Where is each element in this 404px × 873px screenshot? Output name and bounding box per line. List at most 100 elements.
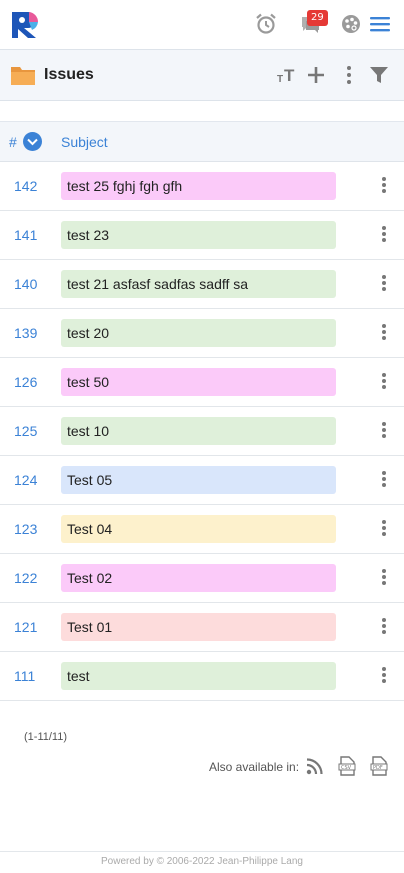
dot (382, 673, 386, 677)
issue-subject-link[interactable]: test 23 (61, 221, 336, 249)
issue-subject-link[interactable]: test 10 (61, 417, 336, 445)
issue-subject-link[interactable]: test 20 (61, 319, 336, 347)
issue-id-link[interactable]: 139 (14, 325, 37, 341)
table-row[interactable]: 140 test 21 asfasf sadfas sadff sa (0, 260, 404, 309)
dot (382, 575, 386, 579)
issue-id-link[interactable]: 126 (14, 374, 37, 390)
issue-id-link[interactable]: 123 (14, 521, 37, 537)
dot (382, 324, 386, 328)
issue-subject-link[interactable]: Test 04 (61, 515, 336, 543)
issue-id-link[interactable]: 140 (14, 276, 37, 292)
also-available-label: Also available in: (209, 760, 300, 774)
page-title: Issues (44, 66, 94, 83)
table-row[interactable]: 142 test 25 fghj fgh gfh (0, 162, 404, 211)
row-menu-icon[interactable] (378, 225, 390, 245)
dot (382, 624, 386, 628)
table-row[interactable]: 121 Test 01 (0, 603, 404, 652)
issue-subject-link[interactable]: test 25 fghj fgh gfh (61, 172, 336, 200)
svg-text:T: T (277, 74, 283, 85)
dot (382, 385, 386, 389)
dot (382, 177, 386, 181)
row-menu-icon[interactable] (378, 176, 390, 196)
table-row[interactable]: 141 test 23 (0, 211, 404, 260)
issue-subject-link[interactable]: test 50 (61, 368, 336, 396)
table-row[interactable]: 122 Test 02 (0, 554, 404, 603)
table-row[interactable]: 124 Test 05 (0, 456, 404, 505)
table-header: # Subject (0, 121, 404, 162)
row-menu-icon[interactable] (378, 372, 390, 392)
row-menu-icon[interactable] (378, 274, 390, 294)
issue-subject-link[interactable]: Test 05 (61, 466, 336, 494)
redmine-logo[interactable] (10, 10, 40, 40)
add-icon[interactable] (305, 64, 327, 86)
alarm-clock-icon[interactable] (254, 12, 278, 36)
hamburger-menu-icon[interactable] (368, 12, 392, 36)
dot (382, 373, 386, 377)
row-menu-icon[interactable] (378, 323, 390, 343)
dot (382, 679, 386, 683)
table-row[interactable]: 126 test 50 (0, 358, 404, 407)
issue-id-link[interactable]: 121 (14, 619, 37, 635)
dot (382, 630, 386, 634)
issue-id-link[interactable]: 125 (14, 423, 37, 439)
dot (382, 569, 386, 573)
pagination-info: (1-11/11) (24, 731, 68, 743)
dot (382, 336, 386, 340)
row-menu-icon[interactable] (378, 470, 390, 490)
dot (382, 618, 386, 622)
table-row[interactable]: 139 test 20 (0, 309, 404, 358)
dot (382, 379, 386, 383)
dot (382, 532, 386, 536)
svg-text:PDF: PDF (373, 765, 383, 771)
row-menu-icon[interactable] (378, 421, 390, 441)
svg-text:CSV: CSV (341, 765, 352, 771)
dot (382, 189, 386, 193)
row-menu-icon[interactable] (378, 519, 390, 539)
dot (382, 281, 386, 285)
dot (382, 287, 386, 291)
column-header-subject[interactable]: Subject (61, 134, 108, 150)
dot (382, 422, 386, 426)
issue-id-link[interactable]: 124 (14, 472, 37, 488)
page-header: Issues T T (0, 49, 404, 101)
pdf-icon[interactable]: PDF (369, 756, 389, 776)
sort-desc-icon[interactable] (23, 132, 42, 151)
dot (382, 520, 386, 524)
column-header-id[interactable]: # (9, 134, 17, 150)
dot (382, 183, 386, 187)
dot (382, 238, 386, 242)
dot (382, 483, 386, 487)
issue-id-link[interactable]: 111 (14, 668, 35, 684)
dot (382, 581, 386, 585)
issue-subject-link[interactable]: test (61, 662, 336, 690)
table-row[interactable]: 111 test (0, 652, 404, 701)
row-menu-icon[interactable] (378, 568, 390, 588)
notification-count-badge: 29 (307, 10, 328, 26)
svg-text:T: T (284, 66, 295, 85)
row-menu-icon[interactable] (378, 617, 390, 637)
dot (382, 275, 386, 279)
issue-subject-link[interactable]: test 21 asfasf sadfas sadff sa (61, 270, 336, 298)
dot (382, 471, 386, 475)
issue-id-link[interactable]: 142 (14, 178, 37, 194)
issue-id-link[interactable]: 141 (14, 227, 37, 243)
filter-icon[interactable] (368, 64, 390, 86)
footer: Powered by © 2006-2022 Jean-Philippe Lan… (0, 851, 404, 873)
spacer (0, 101, 404, 121)
palette-icon[interactable] (339, 12, 363, 36)
issue-subject-link[interactable]: Test 01 (61, 613, 336, 641)
csv-icon[interactable]: CSV (337, 756, 357, 776)
issues-list: 142 test 25 fghj fgh gfh 141 test 23 140 test… (0, 162, 404, 701)
issue-subject-link[interactable]: Test 02 (61, 564, 336, 592)
table-row[interactable]: 123 Test 04 (0, 505, 404, 554)
more-options-icon[interactable] (338, 64, 360, 86)
rss-icon[interactable] (305, 756, 325, 776)
issue-id-link[interactable]: 122 (14, 570, 37, 586)
table-row[interactable]: 125 test 10 (0, 407, 404, 456)
dot (382, 526, 386, 530)
row-menu-icon[interactable] (378, 666, 390, 686)
top-bar: 29 (0, 0, 404, 49)
dot (382, 434, 386, 438)
text-size-icon[interactable]: T T (276, 64, 298, 86)
folder-icon (11, 67, 35, 85)
